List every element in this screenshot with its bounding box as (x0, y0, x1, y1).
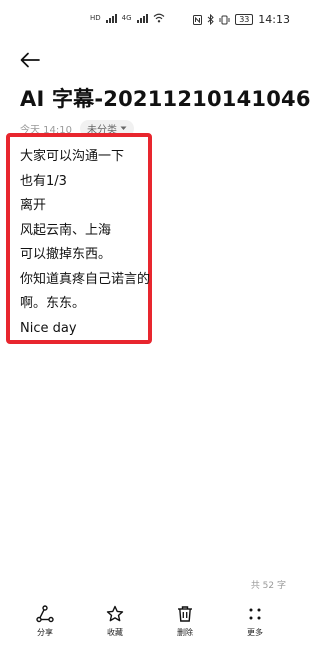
star-icon (106, 605, 124, 622)
content-line: 你知道真疼自己诺言的 (20, 271, 151, 287)
share-label: 分享 (37, 628, 53, 637)
content-line: 大家可以沟通一下 (20, 149, 125, 164)
delete-label: 删除 (177, 628, 193, 637)
content-line: 离开 (20, 198, 47, 213)
favorite-label: 收藏 (107, 628, 123, 637)
content-line: 可以撤掉东西。 (20, 247, 112, 262)
more-dots-icon (249, 608, 261, 620)
network-type-indicator: 4G (121, 14, 132, 22)
signal-icon (105, 13, 117, 23)
share-button[interactable]: 分享 (17, 605, 73, 638)
status-bar: HD 4G 33 14:13 (0, 0, 300, 38)
hd-indicator: HD (90, 14, 101, 22)
bluetooth-icon (207, 14, 215, 25)
back-button[interactable] (16, 46, 44, 74)
content-line: 啊。东东。 (20, 296, 86, 311)
delete-button[interactable]: 删除 (157, 605, 213, 638)
content-line: Nice day (20, 320, 77, 336)
note-detail-page: HD 4G 33 14:13 AI 字幕-20211210141046 今天 1… (0, 0, 310, 650)
share-icon (36, 605, 54, 623)
note-content[interactable]: 大家可以沟通一下 也有1/3 离开 风起云南、上海 可以撤掉东西。 你知道真疼自… (20, 145, 150, 341)
bottom-toolbar: 分享 收藏 删除 更多 (0, 605, 300, 650)
trash-icon (178, 606, 192, 622)
vibrate-icon (219, 15, 230, 24)
caret-down-icon (120, 126, 127, 130)
favorite-button[interactable]: 收藏 (87, 605, 143, 638)
more-button[interactable]: 更多 (227, 605, 283, 638)
nfc-icon (193, 14, 203, 25)
status-left-icons: HD 4G (90, 13, 165, 23)
word-count: 共 52 字 (250, 581, 286, 591)
status-time: 14:13 (258, 13, 290, 26)
content-line: 风起云南、上海 (20, 222, 112, 238)
note-title[interactable]: AI 字幕-20211210141046 (20, 83, 311, 113)
arrow-left-icon (20, 52, 40, 68)
signal-icon-2 (136, 13, 148, 23)
status-right-icons: 33 14:13 (193, 13, 290, 26)
battery-indicator: 33 (235, 14, 254, 25)
wifi-icon (153, 13, 164, 23)
content-line: 也有1/3 (20, 173, 67, 189)
more-label: 更多 (247, 628, 263, 637)
